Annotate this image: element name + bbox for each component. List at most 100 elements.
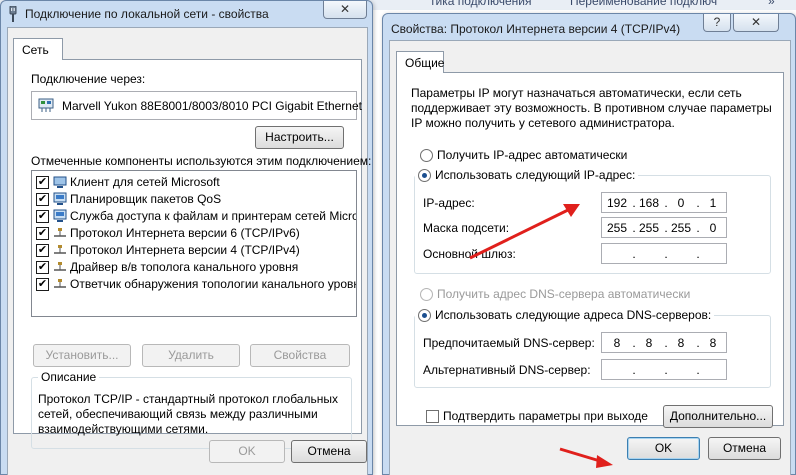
title-bar[interactable]: Подключение по локальной сети - свойства…	[1, 1, 372, 27]
alternate-dns-input[interactable]: . . .	[601, 359, 727, 380]
network-client-icon	[53, 176, 67, 188]
ip-settings-group: Использовать следующий IP-адрес: IP-адре…	[414, 168, 771, 274]
component-checkbox[interactable]: ✔	[36, 210, 49, 223]
close-button[interactable]: ✕	[323, 1, 367, 19]
subnet-octet: 255	[638, 221, 660, 235]
close-button[interactable]: ✕	[733, 14, 779, 32]
component-label: Протокол Интернета версии 6 (TCP/IPv6)	[70, 226, 300, 240]
close-icon: ✕	[339, 2, 351, 16]
tab-panel-general: Параметры IP могут назначаться автоматич…	[396, 72, 784, 428]
radio-ip-auto[interactable]	[420, 149, 433, 162]
radio-dns-auto-label: Получить адрес DNS-сервера автоматически	[437, 287, 691, 301]
ip-octet: 0	[677, 196, 685, 210]
ok-button[interactable]: OK	[627, 437, 700, 460]
preferred-dns-input[interactable]: 8 . 8 . 8 . 8	[601, 332, 727, 353]
radio-dns-auto[interactable]	[420, 288, 433, 301]
window-client-area: Сеть Подключение через: Marvell Yukon 88…	[7, 27, 371, 475]
ip-dot: .	[664, 363, 668, 377]
ok-button[interactable]: OK	[209, 440, 285, 463]
configure-button[interactable]: Настроить...	[255, 126, 344, 149]
ip-octet: 168	[638, 196, 660, 210]
local-connection-properties-window: Подключение по локальной сети - свойства…	[0, 0, 373, 475]
dns-settings-group: Использовать следующие адреса DNS-сервер…	[414, 308, 771, 388]
background-tab-fragment: тика подключения	[430, 0, 532, 8]
check-icon: ✔	[37, 210, 48, 222]
component-checkbox[interactable]: ✔	[36, 176, 49, 189]
component-checkbox[interactable]: ✔	[36, 278, 49, 291]
component-checkbox[interactable]: ✔	[36, 244, 49, 257]
help-button[interactable]: ?	[703, 14, 731, 32]
info-line: Параметры IP могут назначаться автоматич…	[411, 86, 742, 100]
component-label: Планировщик пакетов QoS	[70, 192, 222, 206]
network-service-icon	[53, 192, 67, 205]
protocol-icon	[54, 279, 66, 288]
component-label: Драйвер в/в тополога канального уровня	[70, 260, 299, 274]
network-cable-icon	[9, 6, 17, 22]
gateway-input[interactable]: . . .	[601, 243, 727, 264]
dns-octet: 8	[645, 336, 653, 350]
gateway-label: Основной шлюз:	[423, 247, 516, 261]
advanced-button[interactable]: Дополнительно...	[663, 405, 773, 428]
window-client-area: Общие Параметры IP могут назначаться авт…	[389, 40, 791, 475]
ip-octet: 192	[606, 196, 628, 210]
check-icon: ✔	[37, 261, 48, 273]
background-tab-fragment: »	[768, 0, 775, 8]
components-list[interactable]: ✔ Клиент для сетей Microsoft ✔ Планировщ…	[31, 170, 357, 317]
radio-ip-manual-label: Использовать следующий IP-адрес:	[435, 168, 636, 182]
dns-manual-caption: Использовать следующие адреса DNS-сервер…	[415, 308, 715, 323]
ip-dot: .	[632, 247, 636, 261]
description-line: Протокол TCP/IP - стандартный протокол г…	[38, 392, 338, 406]
component-checkbox[interactable]: ✔	[36, 261, 49, 274]
check-icon: ✔	[37, 193, 48, 205]
ip-dot: .	[696, 363, 700, 377]
subnet-octet: 0	[709, 221, 717, 235]
component-label: Клиент для сетей Microsoft	[70, 175, 220, 189]
tab-general[interactable]: Общие	[396, 51, 444, 73]
ip-octet: 1	[709, 196, 717, 210]
tab-network[interactable]: Сеть	[13, 38, 63, 60]
alternate-dns-label: Альтернативный DNS-сервер:	[423, 363, 591, 377]
description-group: Описание Протокол TCP/IP - стандартный п…	[31, 370, 352, 449]
description-line: сетей, обеспечивающий связь между различ…	[38, 407, 318, 421]
dns-octet: 8	[677, 336, 685, 350]
cancel-button[interactable]: Отмена	[708, 437, 781, 460]
component-checkbox[interactable]: ✔	[36, 227, 49, 240]
check-icon: ✔	[37, 244, 48, 256]
help-icon: ?	[713, 15, 721, 29]
check-icon: ✔	[37, 278, 48, 290]
background-tab-fragment: Переименование подключ	[570, 0, 718, 8]
adapter-field: Marvell Yukon 88E8001/8003/8010 PCI Giga…	[31, 91, 362, 120]
component-label: Ответчик обнаружения топологии канальног…	[70, 277, 357, 291]
radio-ip-manual[interactable]	[418, 169, 431, 183]
ip-dot: .	[664, 247, 668, 261]
validate-on-exit-checkbox[interactable]	[426, 410, 439, 423]
protocol-icon	[54, 245, 66, 254]
radio-dns-manual[interactable]	[418, 309, 431, 323]
subnet-octet: 255	[606, 221, 628, 235]
title-bar[interactable]: Свойства: Протокол Интернета версии 4 (T…	[383, 14, 795, 40]
validate-on-exit-label: Подтвердить параметры при выходе	[443, 409, 648, 423]
subnet-mask-input[interactable]: 255 . 255 . 255 . 0	[601, 217, 727, 238]
tab-panel-network: Подключение через: Marvell Yukon 88E8001…	[13, 59, 371, 449]
tab-network-label: Сеть	[22, 43, 49, 57]
subnet-octet: 255	[670, 221, 692, 235]
info-line: поддерживает эту возможность. В противно…	[411, 101, 772, 115]
install-button[interactable]: Установить...	[33, 344, 131, 367]
cancel-button[interactable]: Отмена	[291, 440, 367, 463]
radio-dns-manual-label: Использовать следующие адреса DNS-сервер…	[435, 308, 712, 322]
protocol-icon	[54, 228, 66, 237]
component-label: Служба доступа к файлам и принтерам сете…	[70, 209, 357, 223]
ip-address-label: IP-адрес:	[423, 196, 475, 210]
ip-address-input[interactable]: 192 . 168 . 0 . 1	[601, 192, 727, 213]
component-label: Протокол Интернета версии 4 (TCP/IPv4)	[70, 243, 300, 257]
component-checkbox[interactable]: ✔	[36, 193, 49, 206]
connect-via-label: Подключение через:	[31, 72, 146, 86]
remove-button[interactable]: Удалить	[142, 344, 240, 367]
radio-ip-auto-label: Получить IP-адрес автоматически	[437, 148, 628, 162]
ipv4-properties-window: Свойства: Протокол Интернета версии 4 (T…	[382, 13, 796, 475]
properties-button[interactable]: Свойства	[250, 344, 350, 367]
tab-general-label: Общие	[405, 56, 445, 70]
dns-octet: 8	[709, 336, 717, 350]
network-adapter-icon	[38, 98, 54, 112]
protocol-icon	[54, 262, 66, 271]
